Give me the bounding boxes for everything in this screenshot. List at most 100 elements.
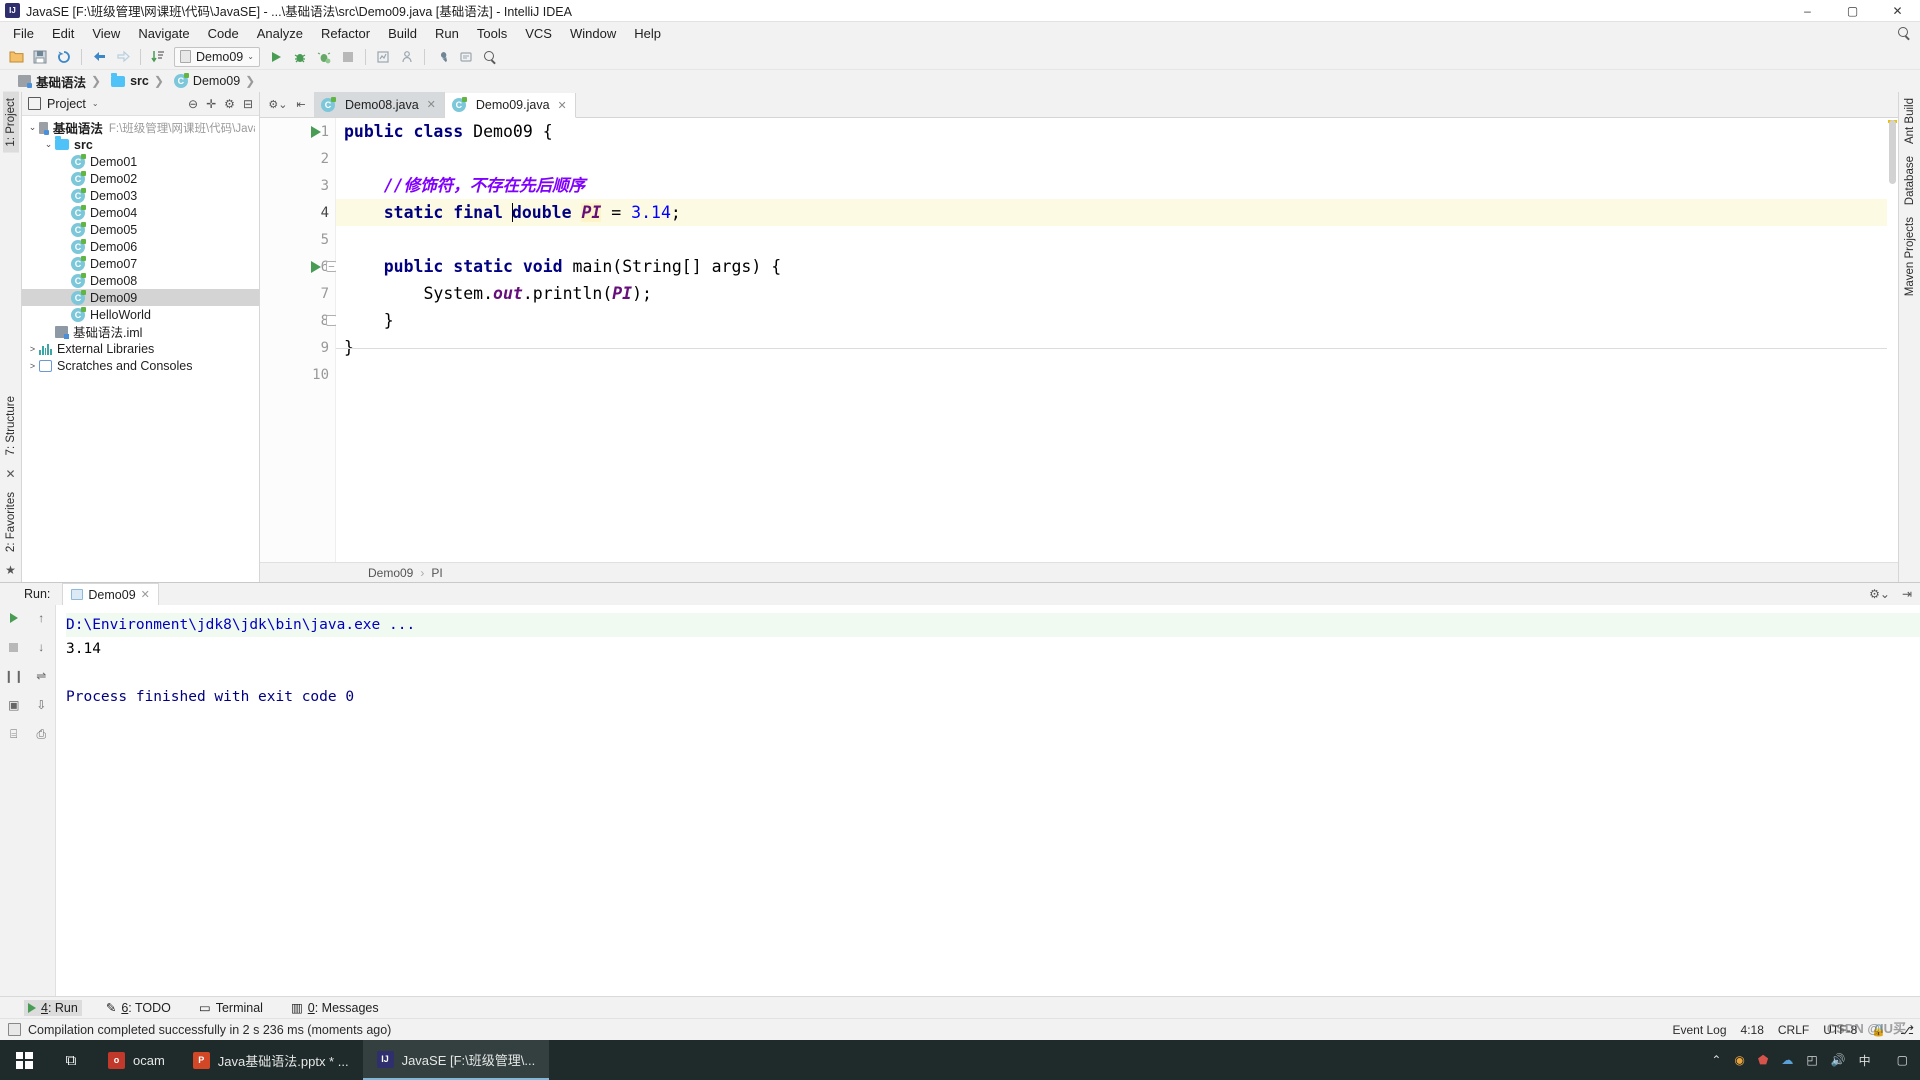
menu-file[interactable]: File xyxy=(4,24,43,43)
menu-vcs[interactable]: VCS xyxy=(516,24,561,43)
hide-panel-icon[interactable]: ⇥ xyxy=(1902,587,1912,601)
gutter-run-icon[interactable] xyxy=(308,259,324,275)
gutter-run-icon[interactable] xyxy=(308,124,324,140)
code-line[interactable]: public class Demo09 { xyxy=(336,118,1898,145)
sidebar-item-project[interactable]: 1: Project xyxy=(2,92,19,153)
sidebar-item-structure[interactable]: 7: Structure xyxy=(3,390,19,461)
toolwindow-terminal[interactable]: ▭ Terminal xyxy=(195,999,267,1016)
tree-item-demo06[interactable]: Demo06 xyxy=(22,238,259,255)
line-separator[interactable]: CRLF xyxy=(1778,1023,1809,1037)
caret-position[interactable]: 4:18 xyxy=(1741,1023,1764,1037)
editor-tab-demo08[interactable]: Demo08.java ✕ xyxy=(314,92,445,117)
run-icon[interactable] xyxy=(265,46,287,68)
chrome-icon[interactable]: ◉ xyxy=(1734,1053,1744,1067)
code-editor[interactable]: public class Demo09 { //修饰符，不存在先后顺序 stat… xyxy=(336,118,1898,562)
tree-item-externallibraries[interactable]: > External Libraries xyxy=(22,340,259,357)
gutter-settings-icon[interactable]: ⚙⌄ xyxy=(268,98,287,111)
sidebar-item-ant-build[interactable]: Ant Build xyxy=(1902,92,1918,150)
volume-icon[interactable]: 🔊 xyxy=(1831,1053,1846,1067)
notifications-icon[interactable]: ▢ xyxy=(1897,1053,1908,1067)
sidebar-item-maven[interactable]: Maven Projects xyxy=(1902,211,1918,302)
tree-twisty-icon[interactable]: > xyxy=(26,361,39,371)
menu-analyze[interactable]: Analyze xyxy=(248,24,312,43)
taskbar-app-ocam[interactable]: o ocam xyxy=(94,1040,179,1080)
attach-icon[interactable] xyxy=(396,46,418,68)
toolwindow-run[interactable]: 4: Run xyxy=(24,999,82,1016)
code-line[interactable] xyxy=(336,226,1898,253)
code-line[interactable]: System.out.println(PI); xyxy=(336,280,1898,307)
tree-item-iml[interactable]: 基础语法.iml xyxy=(22,323,259,340)
cloud-icon[interactable]: ☁ xyxy=(1781,1053,1793,1067)
menu-code[interactable]: Code xyxy=(199,24,248,43)
toolwindow-todo[interactable]: ✎ 6: TODO xyxy=(102,999,175,1016)
tree-item-helloworld[interactable]: HelloWorld xyxy=(22,306,259,323)
search-everywhere-icon[interactable] xyxy=(1896,25,1912,41)
down-stack-icon[interactable]: ↓ xyxy=(33,639,49,655)
close-icon[interactable]: ✕ xyxy=(141,588,150,601)
run-configuration-selector[interactable]: Demo09 ⌄ xyxy=(174,46,260,67)
editor-scrollbar[interactable] xyxy=(1887,118,1898,562)
code-line[interactable] xyxy=(336,361,1898,388)
star-icon[interactable]: ★ xyxy=(5,563,16,577)
close-icon[interactable]: ✕ xyxy=(5,467,15,481)
tree-item-demo01[interactable]: Demo01 xyxy=(22,153,259,170)
print-icon[interactable]: ⎙ xyxy=(33,726,49,742)
panel-settings-icon[interactable]: ⚙ xyxy=(224,97,235,111)
stop-icon[interactable] xyxy=(337,46,359,68)
collapse-all-icon[interactable]: ⊖ xyxy=(188,97,198,111)
close-button[interactable]: ✕ xyxy=(1875,0,1920,22)
ime-icon[interactable]: 中 xyxy=(1859,1052,1871,1069)
menu-help[interactable]: Help xyxy=(625,24,670,43)
pause-icon[interactable]: ❙❙ xyxy=(4,668,24,684)
sort-icon[interactable] xyxy=(147,46,169,68)
sidebar-item-database[interactable]: Database xyxy=(1902,150,1918,211)
tree-item-scratchesandconsoles[interactable]: > Scratches and Consoles xyxy=(22,357,259,374)
scrollbar-thumb[interactable] xyxy=(1889,120,1896,184)
dump-icon[interactable]: ⌸ xyxy=(6,726,22,742)
run-tab-demo09[interactable]: Demo09 ✕ xyxy=(62,583,159,605)
stop-icon[interactable] xyxy=(6,639,22,655)
screenshot-icon[interactable]: ▣ xyxy=(6,697,22,713)
run-with-coverage-icon[interactable] xyxy=(313,46,335,68)
menu-navigate[interactable]: Navigate xyxy=(129,24,198,43)
tree-item-demo08[interactable]: Demo08 xyxy=(22,272,259,289)
profile-icon[interactable] xyxy=(372,46,394,68)
editor-gutter[interactable]: 1 2 3 4 5 6– 7 8 9 10 xyxy=(260,118,337,562)
hide-icon[interactable]: ⊟ xyxy=(243,97,253,111)
menu-tools[interactable]: Tools xyxy=(468,24,516,43)
menu-window[interactable]: Window xyxy=(561,24,625,43)
gutter-collapse-icon[interactable]: ⇤ xyxy=(296,98,305,111)
scroll-from-source-icon[interactable]: ✛ xyxy=(206,97,216,111)
back-arrow-icon[interactable] xyxy=(88,46,110,68)
tree-item-demo07[interactable]: Demo07 xyxy=(22,255,259,272)
code-line[interactable]: public static void main(String[] args) { xyxy=(336,253,1898,280)
run-settings-icon[interactable]: ⚙⌄ xyxy=(1869,587,1890,601)
breadcrumb-src[interactable]: src ❯ xyxy=(111,72,174,88)
tree-item-demo09[interactable]: Demo09 xyxy=(22,289,259,306)
search-icon[interactable] xyxy=(479,46,501,68)
sdk-icon[interactable] xyxy=(455,46,477,68)
tree-item-demo02[interactable]: Demo02 xyxy=(22,170,259,187)
tree-twisty-icon[interactable]: > xyxy=(26,344,39,354)
menu-edit[interactable]: Edit xyxy=(43,24,83,43)
maximize-button[interactable]: ▢ xyxy=(1830,0,1875,22)
tree-item-demo03[interactable]: Demo03 xyxy=(22,187,259,204)
code-line[interactable]: static final double PI = 3.14; xyxy=(336,199,1898,226)
close-icon[interactable]: ✕ xyxy=(558,99,567,112)
code-line[interactable]: //修饰符，不存在先后顺序 xyxy=(336,172,1898,199)
menu-view[interactable]: View xyxy=(83,24,129,43)
open-folder-icon[interactable] xyxy=(5,46,27,68)
breadcrumb-field-name[interactable]: PI xyxy=(431,566,442,580)
network-icon[interactable]: ◰ xyxy=(1806,1053,1817,1067)
breadcrumb-class-name[interactable]: Demo09 xyxy=(368,566,413,580)
close-icon[interactable]: ✕ xyxy=(427,98,436,111)
breadcrumb-module[interactable]: 基础语法 ❯ xyxy=(18,72,111,91)
menu-build[interactable]: Build xyxy=(379,24,426,43)
task-view-icon[interactable]: ⧉ xyxy=(48,1040,94,1080)
chevron-down-icon[interactable]: ⌄ xyxy=(92,99,99,108)
export-icon[interactable]: ⇩ xyxy=(33,697,49,713)
menu-run[interactable]: Run xyxy=(426,24,468,43)
code-line[interactable] xyxy=(336,145,1898,172)
tree-item-[interactable]: ⌄ 基础语法 F:\班级管理\网课班\代码\JavaSE\基础语法 xyxy=(22,119,259,136)
event-log-button[interactable]: Event Log xyxy=(1672,1023,1726,1037)
